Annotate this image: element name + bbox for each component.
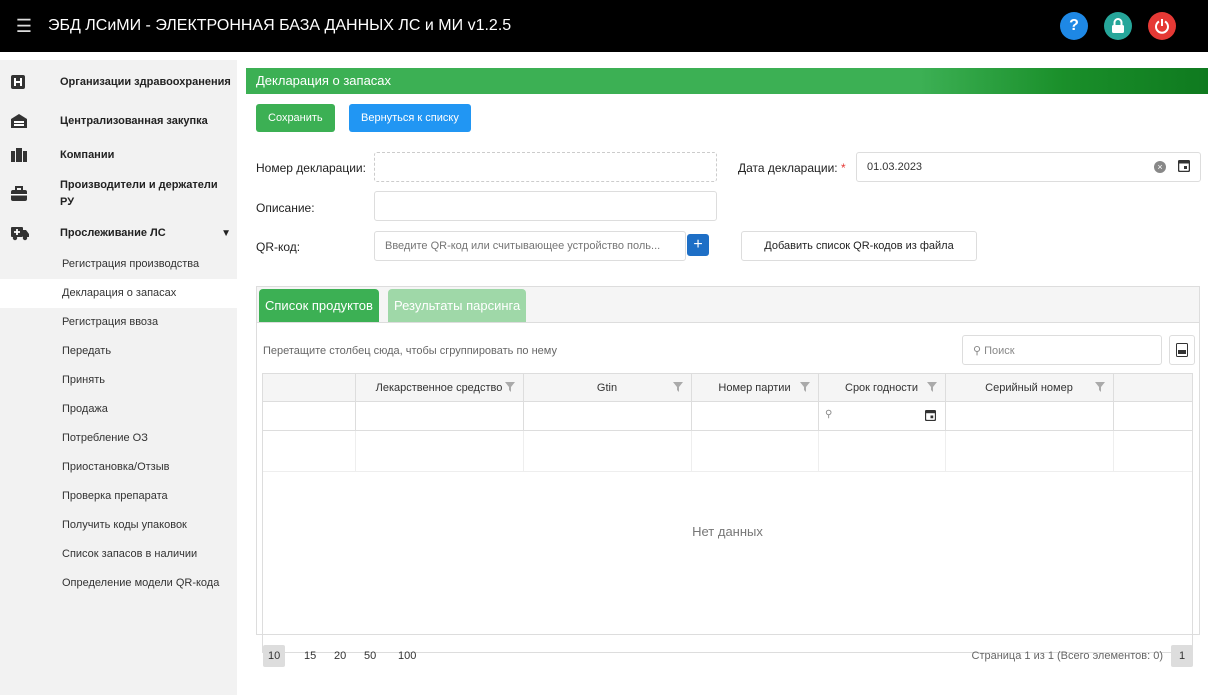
pager: 10 15 20 50 100 Страница 1 из 1 (Всего э… bbox=[257, 641, 1199, 671]
no-data-message: Нет данных bbox=[692, 524, 763, 539]
sidebar-sub-accept[interactable]: Принять bbox=[0, 366, 237, 395]
search-icon: ⚲ bbox=[825, 409, 833, 420]
sidebar-item-companies[interactable]: Компании bbox=[0, 138, 237, 172]
sidebar: Организации здравоохранения Централизова… bbox=[0, 60, 237, 695]
qr-input[interactable] bbox=[374, 231, 686, 261]
tabs-panel: Список продуктов Результаты парсинга Пер… bbox=[256, 286, 1200, 667]
page-size-15[interactable]: 15 bbox=[299, 645, 321, 667]
tab-bar: Список продуктов Результаты парсинга bbox=[257, 287, 1199, 323]
filter-icon[interactable] bbox=[927, 381, 937, 395]
page-info: Страница 1 из 1 (Всего элементов: 0) bbox=[971, 650, 1164, 662]
group-panel-hint: Перетащите столбец сюда, чтобы сгруппиро… bbox=[263, 345, 557, 357]
lock-icon[interactable] bbox=[1104, 12, 1132, 40]
power-icon[interactable] bbox=[1148, 12, 1176, 40]
main-content: Декларация о запасах Сохранить Вернуться… bbox=[246, 60, 1208, 695]
grid-search-input[interactable]: ⚲ Поиск bbox=[962, 335, 1162, 365]
decl-number-input[interactable] bbox=[374, 152, 717, 182]
export-button[interactable] bbox=[1169, 335, 1195, 365]
calendar-icon[interactable] bbox=[1177, 159, 1191, 175]
grid-filter-row: ⚲ bbox=[263, 402, 1192, 431]
sidebar-sub-transfer[interactable]: Передать bbox=[0, 337, 237, 366]
add-qr-from-file-button[interactable]: Добавить список QR-кодов из файла bbox=[741, 231, 977, 261]
required-mark: * bbox=[840, 161, 846, 175]
sidebar-sub-qr-model[interactable]: Определение модели QR-кода bbox=[0, 569, 237, 598]
clear-icon[interactable]: × bbox=[1154, 161, 1166, 173]
top-bar: ☰ ЭБД ЛСиМИ - ЭЛЕКТРОННАЯ БАЗА ДАННЫХ ЛС… bbox=[0, 0, 1208, 52]
page-button-1[interactable]: 1 bbox=[1171, 645, 1193, 667]
column-header-gtin[interactable]: Gtin bbox=[523, 374, 691, 402]
building-icon bbox=[10, 147, 36, 163]
filter-icon[interactable] bbox=[505, 381, 515, 395]
column-header-drug[interactable]: Лекарственное средство bbox=[355, 374, 523, 402]
save-button[interactable]: Сохранить bbox=[256, 104, 335, 132]
app-title: ЭБД ЛСиМИ - ЭЛЕКТРОННАЯ БАЗА ДАННЫХ ЛС и… bbox=[48, 17, 512, 34]
add-qr-button[interactable]: + bbox=[687, 234, 709, 256]
sidebar-sub-consumption[interactable]: Потребление ОЗ bbox=[0, 424, 237, 453]
sidebar-sub-production-registration[interactable]: Регистрация производства bbox=[0, 250, 237, 279]
filter-icon[interactable] bbox=[800, 381, 810, 395]
column-header-batch[interactable]: Номер партии bbox=[691, 374, 818, 402]
column-header-serial[interactable]: Серийный номер bbox=[945, 374, 1113, 402]
help-icon[interactable]: ? bbox=[1060, 12, 1088, 40]
back-to-list-button[interactable]: Вернуться к списку bbox=[349, 104, 471, 132]
tab-product-list[interactable]: Список продуктов bbox=[259, 289, 379, 322]
grid-empty-row bbox=[263, 431, 1192, 472]
search-icon: ⚲ bbox=[973, 345, 982, 357]
sidebar-sub-import-registration[interactable]: Регистрация ввоза bbox=[0, 308, 237, 337]
decl-number-label: Номер декларации: bbox=[256, 161, 366, 175]
decl-date-input[interactable]: 01.03.2023 × bbox=[856, 152, 1201, 182]
sidebar-item-central-purchase[interactable]: Централизованная закупка bbox=[0, 104, 237, 138]
sidebar-sub-suspend-recall[interactable]: Приостановка/Отзыв bbox=[0, 453, 237, 482]
sidebar-item-manufacturers[interactable]: Производители и держатели РУ bbox=[0, 172, 237, 216]
sidebar-sub-get-package-codes[interactable]: Получить коды упаковок bbox=[0, 511, 237, 540]
sidebar-item-tracking[interactable]: Прослеживание ЛС ▼ bbox=[0, 216, 237, 250]
filter-icon[interactable] bbox=[1095, 381, 1105, 395]
page-title: Декларация о запасах bbox=[246, 68, 1208, 94]
sidebar-item-healthcare-orgs[interactable]: Организации здравоохранения bbox=[0, 60, 237, 104]
top-icons: ? bbox=[1060, 12, 1176, 40]
grid-table: Лекарственное средство Gtin Номер партии… bbox=[262, 373, 1193, 653]
sidebar-sub-sale[interactable]: Продажа bbox=[0, 395, 237, 424]
calendar-icon[interactable] bbox=[924, 409, 937, 424]
decl-date-label: Дата декларации: * bbox=[738, 161, 846, 175]
export-icon bbox=[1176, 343, 1188, 357]
qr-label: QR-код: bbox=[256, 240, 301, 254]
ambulance-icon bbox=[10, 225, 36, 241]
page-size-20[interactable]: 20 bbox=[329, 645, 351, 667]
data-grid: Перетащите столбец сюда, чтобы сгруппиро… bbox=[257, 323, 1199, 667]
sidebar-sub-stock-list[interactable]: Список запасов в наличии bbox=[0, 540, 237, 569]
page-size-10[interactable]: 10 bbox=[263, 645, 286, 667]
hospital-icon bbox=[10, 74, 36, 90]
grid-header-row: Лекарственное средство Gtin Номер партии… bbox=[263, 374, 1192, 402]
menu-icon[interactable]: ☰ bbox=[0, 16, 48, 37]
page-size-50[interactable]: 50 bbox=[359, 645, 381, 667]
column-header-expiry[interactable]: Срок годности bbox=[818, 374, 945, 402]
description-label: Описание: bbox=[256, 201, 315, 215]
chevron-down-icon: ▼ bbox=[221, 227, 231, 239]
description-input[interactable] bbox=[374, 191, 717, 221]
sidebar-sub-check-drug[interactable]: Проверка препарата bbox=[0, 482, 237, 511]
tab-parsing-results[interactable]: Результаты парсинга bbox=[388, 289, 527, 322]
page-size-100[interactable]: 100 bbox=[393, 645, 421, 667]
briefcase-icon bbox=[10, 186, 36, 202]
sidebar-sub-stock-declaration[interactable]: Декларация о запасах bbox=[0, 279, 237, 308]
filter-icon[interactable] bbox=[673, 381, 683, 395]
warehouse-icon bbox=[10, 113, 36, 129]
